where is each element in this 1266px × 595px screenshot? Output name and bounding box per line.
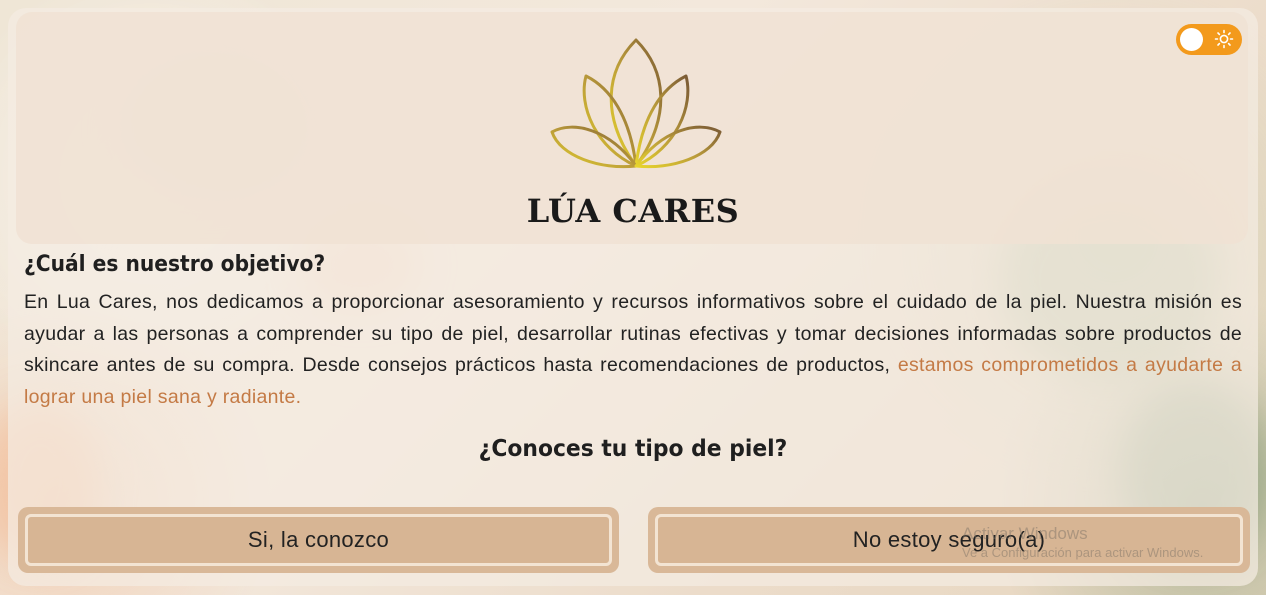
- not-sure-label: No estoy seguro(a): [655, 514, 1243, 566]
- objective-description: En Lua Cares, nos dedicamos a proporcion…: [24, 287, 1242, 413]
- not-sure-button[interactable]: No estoy seguro(a): [648, 507, 1250, 573]
- sun-icon: [1214, 29, 1234, 49]
- know-skin-type-button[interactable]: Si, la conozco: [18, 507, 619, 573]
- skin-type-question: ¿Conoces tu tipo de piel?: [478, 436, 788, 462]
- know-skin-type-label: Si, la conozco: [25, 514, 612, 566]
- lotus-flower-icon: [550, 38, 722, 169]
- theme-toggle[interactable]: [1176, 24, 1242, 55]
- objective-title: ¿Cuál es nuestro objetivo?: [24, 252, 326, 277]
- brand-name: LÚA CARES: [526, 192, 740, 230]
- toggle-knob: [1180, 28, 1203, 51]
